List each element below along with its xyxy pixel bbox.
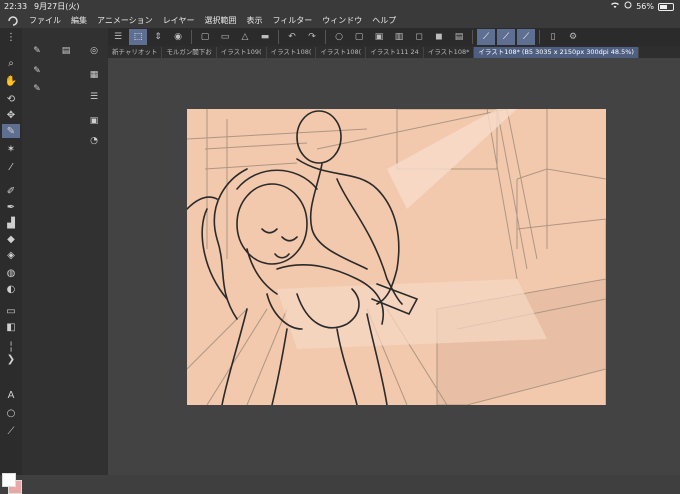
zoom-icon[interactable]: ⌕ xyxy=(2,56,20,70)
tab-document[interactable]: イラスト108* xyxy=(424,46,475,58)
separator xyxy=(278,30,279,44)
command-bar: ☰ ⬚ ⇕ ◉ ▢ ▭ △ ▬ ↶ ↷ ○ ▢ ▣ ▥ ◻ ◼ ▤ ⟋ ⟋ ⟋ … xyxy=(108,28,680,46)
menu-layer[interactable]: レイヤー xyxy=(158,13,200,28)
property-panel-icon[interactable]: ▤ xyxy=(57,44,75,58)
rotate-icon[interactable]: ⟲ xyxy=(2,92,20,106)
status-right: 56% xyxy=(610,0,674,13)
menu-view[interactable]: 表示 xyxy=(241,13,267,28)
brush-icon[interactable]: ✒ xyxy=(2,200,20,214)
foreground-color[interactable] xyxy=(2,473,16,487)
navigator-icon[interactable]: ◎ xyxy=(85,44,103,58)
hand-icon[interactable]: ✋ xyxy=(2,74,20,88)
tab-document[interactable]: イラスト111 24 xyxy=(366,46,424,58)
menu-edit[interactable]: 編集 xyxy=(66,13,92,28)
new-file-icon[interactable]: ▢ xyxy=(196,29,214,45)
circle-icon[interactable]: ○ xyxy=(330,29,348,45)
lasso-icon[interactable]: ⇕ xyxy=(149,29,167,45)
canvas-artwork[interactable] xyxy=(187,109,606,405)
fill-bucket-icon[interactable]: ◍ xyxy=(2,266,20,280)
status-time: 22:33 xyxy=(4,2,28,11)
sub-tool-palette: ✎ ✎ ✎ xyxy=(22,28,52,475)
export-icon[interactable]: ▬ xyxy=(256,29,274,45)
snap-off-icon[interactable]: ⟋ xyxy=(477,29,495,45)
orientation-lock-icon xyxy=(624,0,632,13)
menu-help[interactable]: ヘルプ xyxy=(367,13,401,28)
tab-document[interactable]: イラスト108( xyxy=(267,46,317,58)
open-file-icon[interactable]: ▭ xyxy=(216,29,234,45)
perspective-icon[interactable]: ⟋ xyxy=(517,29,535,45)
document-tabs: 新チャリオット モルガン闇下お イラスト109( イラスト108( イラスト10… xyxy=(108,46,680,58)
menu-animation[interactable]: アニメーション xyxy=(92,13,158,28)
separator xyxy=(325,30,326,44)
transform-icon[interactable]: ▥ xyxy=(390,29,408,45)
pen-icon[interactable]: ✎ xyxy=(2,124,20,138)
menu-filter[interactable]: フィルター xyxy=(267,13,317,28)
battery-percent: 56% xyxy=(636,2,654,11)
redo-icon[interactable]: ↷ xyxy=(303,29,321,45)
battery-icon xyxy=(658,2,674,11)
tab-document[interactable]: モルガン闇下お xyxy=(162,46,217,58)
sub-tool-1-icon[interactable]: ✎ xyxy=(28,44,46,58)
menu-icon[interactable]: ☰ xyxy=(109,29,127,45)
move-icon[interactable]: ✥ xyxy=(2,108,20,122)
separator xyxy=(539,30,540,44)
deselect-icon[interactable]: ◻ xyxy=(410,29,428,45)
ruler-snap-icon[interactable]: ⟋ xyxy=(497,29,515,45)
phone-icon[interactable]: ▯ xyxy=(544,29,562,45)
text-icon[interactable]: A xyxy=(2,388,20,402)
tab-document[interactable]: イラスト109( xyxy=(217,46,267,58)
menu-selection[interactable]: 選択範囲 xyxy=(199,13,241,28)
layer-list-icon[interactable]: ☰ xyxy=(85,90,103,104)
record-icon[interactable]: ◉ xyxy=(169,29,187,45)
menu-file[interactable]: ファイル xyxy=(24,13,66,28)
expand-chevron-icon[interactable]: ❯ xyxy=(2,352,20,366)
palette-grip-icon[interactable]: ⋮ xyxy=(2,30,20,44)
wifi-icon xyxy=(610,0,620,13)
invert-icon[interactable]: ◼ xyxy=(430,29,448,45)
line-icon[interactable]: ⟋ xyxy=(2,424,20,438)
tool-palette: ⋮ ⌕ ✋ ⟲ ✥ ✎ ✶ ⁄ ✐ ✒ ▟ ◆ ◈ ◍ ◐ ▭ ◧ ╎ ❯ A … xyxy=(0,28,22,494)
balloon-icon[interactable]: ○ xyxy=(2,406,20,420)
crop-icon[interactable]: ▤ xyxy=(450,29,468,45)
tab-document[interactable]: イラスト108( xyxy=(316,46,367,58)
clear-icon[interactable]: ▢ xyxy=(350,29,368,45)
side-panel-icons: ◎ ▦ ☰ ▣ ◔ xyxy=(80,28,108,475)
sketch-drawing xyxy=(187,109,606,405)
pencil-icon[interactable]: ✐ xyxy=(2,184,20,198)
tool-property-column: ▤ xyxy=(52,28,80,475)
layer-property-icon[interactable]: ▦ xyxy=(85,68,103,82)
gradient-icon[interactable]: ◐ xyxy=(2,282,20,296)
color-icon[interactable]: ◔ xyxy=(85,134,103,148)
sub-tool-2-icon[interactable]: ✎ xyxy=(28,64,46,78)
status-date: 9月27日(火) xyxy=(34,2,80,11)
select-icon[interactable]: ⬚ xyxy=(129,29,147,45)
settings-icon[interactable]: ⚙ xyxy=(564,29,582,45)
eraser-icon[interactable]: ◈ xyxy=(2,248,20,262)
figure-icon[interactable]: ▭ xyxy=(2,304,20,318)
undo-icon[interactable]: ↶ xyxy=(283,29,301,45)
tab-document-active[interactable]: イラスト108* (B5 3035 x 2150px 300dpi 48.5%) xyxy=(474,46,639,58)
save-icon[interactable]: △ xyxy=(236,29,254,45)
blend-icon[interactable]: ◆ xyxy=(2,232,20,246)
material-icon[interactable]: ▣ xyxy=(85,114,103,128)
menu-bar: ファイル 編集 アニメーション レイヤー 選択範囲 表示 フィルター ウィンドウ… xyxy=(0,13,680,28)
airbrush-icon[interactable]: ▟ xyxy=(2,216,20,230)
magic-wand-icon[interactable]: ✶ xyxy=(2,142,20,156)
menu-window[interactable]: ウィンドウ xyxy=(317,13,367,28)
separator xyxy=(472,30,473,44)
sub-tool-3-icon[interactable]: ✎ xyxy=(28,82,46,96)
app-logo-icon[interactable] xyxy=(6,13,20,28)
frame-icon[interactable]: ◧ xyxy=(2,320,20,334)
eyedropper-icon[interactable]: ⁄ xyxy=(2,160,20,174)
battery-fill xyxy=(660,4,667,9)
tab-document[interactable]: 新チャリオット xyxy=(108,46,163,58)
separator xyxy=(191,30,192,44)
ios-status-bar: 22:33 9月27日(火) 56% xyxy=(0,0,680,13)
fill-icon[interactable]: ▣ xyxy=(370,29,388,45)
color-swatch[interactable] xyxy=(2,473,22,494)
